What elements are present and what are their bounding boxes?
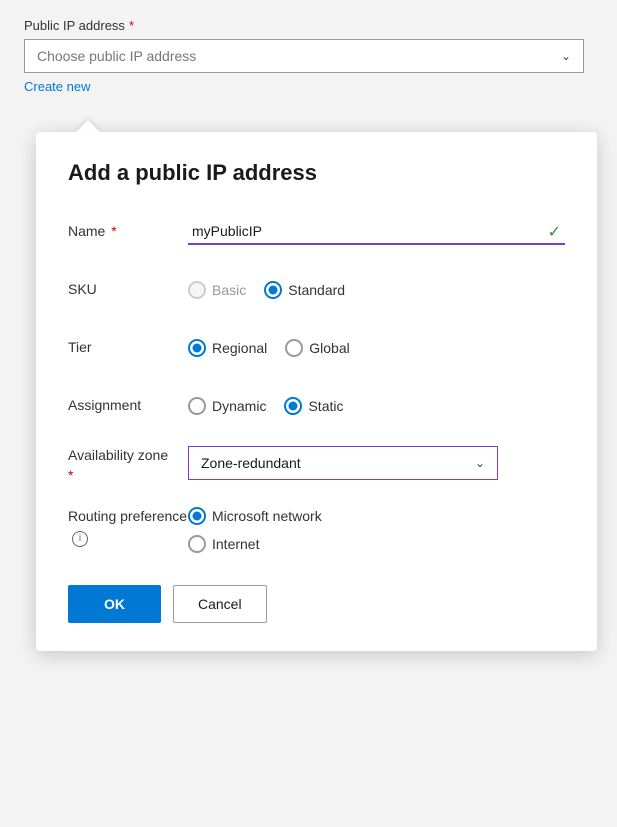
assignment-label: Assignment <box>68 396 188 416</box>
availability-label: Availability zone * <box>68 446 188 485</box>
tier-row: Tier Regional Global <box>68 330 565 366</box>
routing-internet-label: Internet <box>212 536 259 552</box>
chevron-down-icon: ⌄ <box>475 456 485 470</box>
tier-label: Tier <box>68 338 188 358</box>
availability-zone-value: Zone-redundant <box>201 455 301 471</box>
availability-row: Availability zone * Zone-redundant ⌄ <box>68 446 565 485</box>
routing-label: Routing preference <box>68 507 187 527</box>
info-icon[interactable]: i <box>72 531 88 547</box>
public-ip-label: Public IP address <box>24 18 125 33</box>
routing-microsoft-radio[interactable] <box>188 507 206 525</box>
assignment-dynamic-option[interactable]: Dynamic <box>188 397 266 415</box>
sku-label: SKU <box>68 280 188 300</box>
assignment-controls: Dynamic Static <box>188 397 343 415</box>
tier-regional-label: Regional <box>212 340 267 356</box>
assignment-static-radio[interactable] <box>284 397 302 415</box>
routing-label-group: Routing preference i <box>68 507 188 547</box>
tier-regional-radio[interactable] <box>188 339 206 357</box>
sku-basic-radio[interactable] <box>188 281 206 299</box>
public-ip-required-star: * <box>129 18 134 33</box>
modal-dialog: Add a public IP address Name * ✓ SKU Bas… <box>36 132 597 651</box>
chevron-down-icon: ⌄ <box>561 49 571 63</box>
routing-microsoft-label: Microsoft network <box>212 508 322 524</box>
tooltip-arrow <box>74 120 102 134</box>
name-input-wrapper: ✓ <box>188 219 565 245</box>
sku-basic-option[interactable]: Basic <box>188 281 246 299</box>
check-icon: ✓ <box>548 222 561 242</box>
name-label: Name * <box>68 222 188 242</box>
public-ip-placeholder: Choose public IP address <box>37 48 196 64</box>
create-new-link[interactable]: Create new <box>24 79 90 94</box>
sku-standard-radio[interactable] <box>264 281 282 299</box>
modal-title: Add a public IP address <box>68 160 565 186</box>
button-row: OK Cancel <box>68 585 565 623</box>
cancel-button[interactable]: Cancel <box>173 585 267 623</box>
sku-controls: Basic Standard <box>188 281 345 299</box>
sku-row: SKU Basic Standard <box>68 272 565 308</box>
name-input[interactable] <box>188 219 565 245</box>
sku-basic-label: Basic <box>212 282 246 298</box>
tier-global-label: Global <box>309 340 349 356</box>
routing-internet-radio[interactable] <box>188 535 206 553</box>
assignment-dynamic-radio[interactable] <box>188 397 206 415</box>
routing-options: Microsoft network Internet <box>188 507 322 553</box>
assignment-row: Assignment Dynamic Static <box>68 388 565 424</box>
name-row: Name * ✓ <box>68 214 565 250</box>
tier-regional-option[interactable]: Regional <box>188 339 267 357</box>
sku-standard-label: Standard <box>288 282 345 298</box>
tier-global-radio[interactable] <box>285 339 303 357</box>
ok-button[interactable]: OK <box>68 585 161 623</box>
tier-controls: Regional Global <box>188 339 350 357</box>
routing-microsoft-option[interactable]: Microsoft network <box>188 507 322 525</box>
assignment-static-label: Static <box>308 398 343 414</box>
assignment-static-option[interactable]: Static <box>284 397 343 415</box>
sku-standard-option[interactable]: Standard <box>264 281 345 299</box>
assignment-dynamic-label: Dynamic <box>212 398 266 414</box>
routing-internet-option[interactable]: Internet <box>188 535 322 553</box>
availability-zone-dropdown[interactable]: Zone-redundant ⌄ <box>188 446 498 480</box>
tier-global-option[interactable]: Global <box>285 339 349 357</box>
background-area: Public IP address * Choose public IP add… <box>0 0 617 96</box>
public-ip-dropdown[interactable]: Choose public IP address ⌄ <box>24 39 584 73</box>
routing-row: Routing preference i Microsoft network I… <box>68 507 565 553</box>
